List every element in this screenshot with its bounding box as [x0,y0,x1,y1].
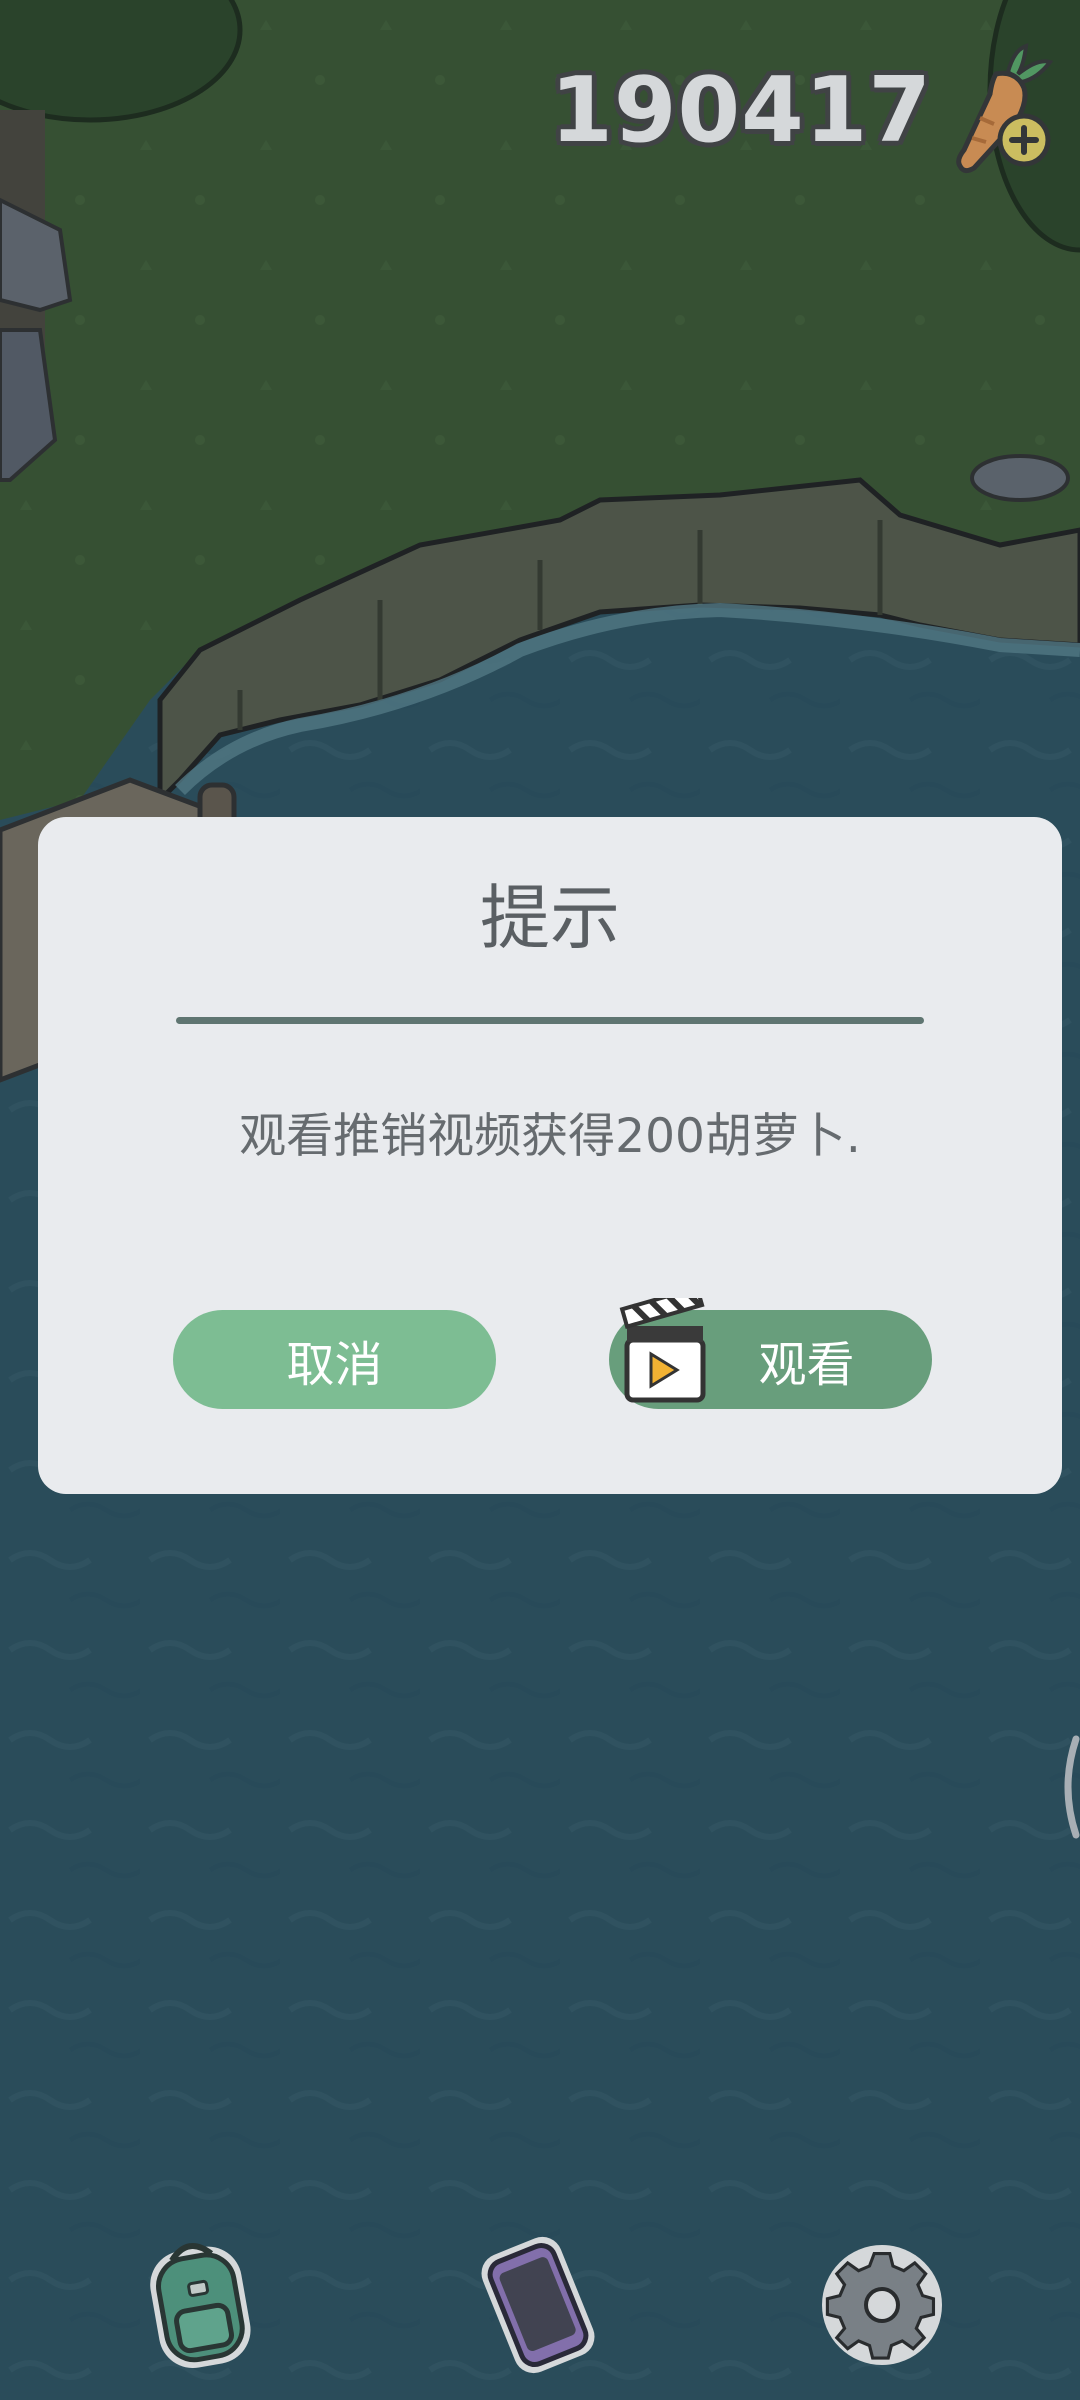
video-clapperboard-icon [619,1298,706,1403]
cancel-button[interactable]: 取消 [173,1310,496,1409]
dialog-divider [176,1017,924,1024]
watch-video-button[interactable]: 观看 [609,1298,932,1409]
dialog-title: 提示 [480,877,620,959]
game-screen: 190417 提示 观看推销视频获得200胡萝卜. 取消 观看 [0,0,1080,2400]
cancel-button-label: 取消 [286,1336,383,1393]
prompt-dialog: 提示 观看推销视频获得200胡萝卜. 取消 观看 [38,817,1062,1494]
dialog-message: 观看推销视频获得200胡萝卜. [239,1109,861,1164]
watch-button-label: 观看 [758,1336,855,1393]
